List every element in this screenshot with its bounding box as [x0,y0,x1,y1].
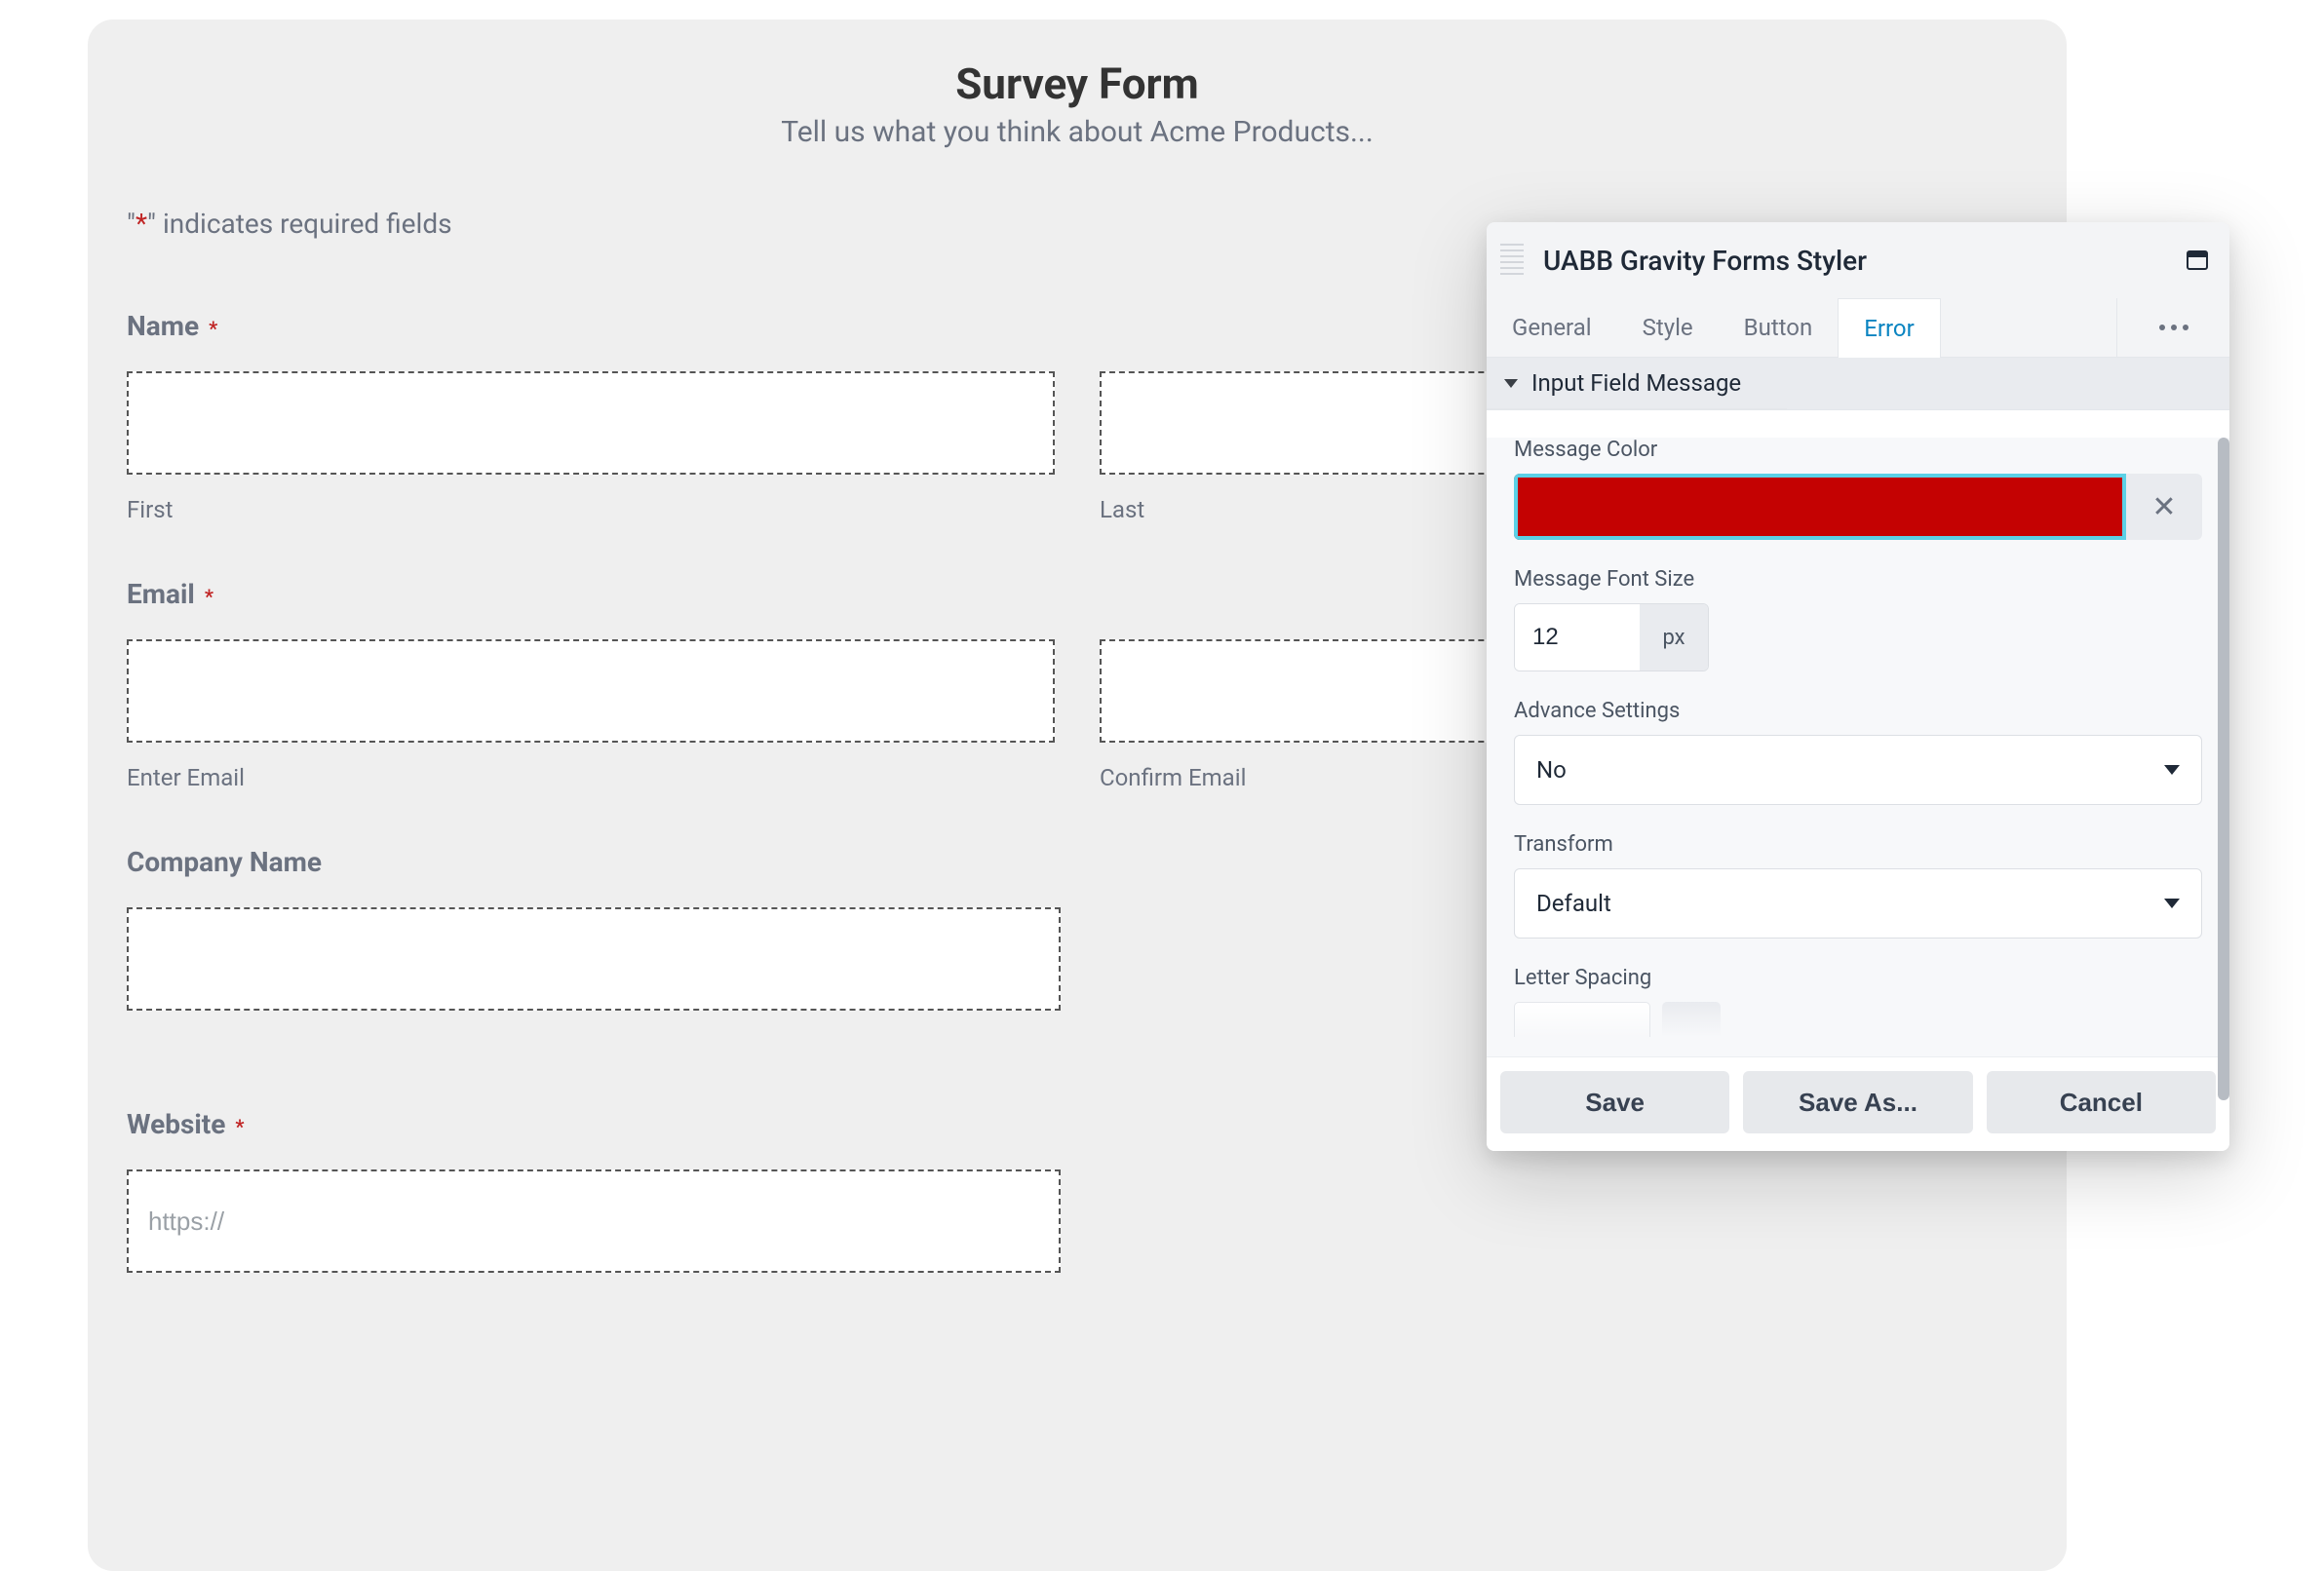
styler-panel: UABB Gravity Forms Styler General Style … [1487,222,2229,1151]
first-name-input[interactable] [127,371,1055,475]
message-font-size-input[interactable] [1515,604,1640,671]
panel-footer: Save Save As... Cancel [1487,1056,2229,1151]
tab-error[interactable]: Error [1838,298,1941,358]
first-name-sublabel: First [127,496,1055,523]
message-font-size-label: Message Font Size [1514,567,2229,592]
form-title: Survey Form [88,58,2067,109]
company-input[interactable] [127,907,1061,1011]
window-mode-icon[interactable] [2187,250,2208,270]
panel-title: UABB Gravity Forms Styler [1543,245,2187,277]
chevron-down-icon [1504,379,1518,388]
email-input[interactable] [127,639,1055,743]
chevron-down-icon [2164,765,2180,775]
section-input-field-message[interactable]: Input Field Message [1487,358,1787,409]
tab-general[interactable]: General [1487,298,1617,357]
cancel-button[interactable]: Cancel [1987,1071,2216,1133]
font-size-unit[interactable]: px [1640,604,1708,671]
save-button[interactable]: Save [1500,1071,1729,1133]
letter-spacing-label: Letter Spacing [1514,966,2229,990]
dots-icon [2159,325,2165,330]
message-color-swatch[interactable] [1514,474,2126,540]
clear-color-button[interactable] [2126,474,2202,540]
save-as-button[interactable]: Save As... [1743,1071,1972,1133]
chevron-down-icon [2164,899,2180,908]
advance-settings-value: No [1536,756,1567,784]
tab-style[interactable]: Style [1617,298,1719,357]
letter-spacing-input-stub[interactable] [1514,1002,2202,1037]
enter-email-sublabel: Enter Email [127,764,1055,791]
tab-button[interactable]: Button [1719,298,1839,357]
message-color-label: Message Color [1514,438,2229,462]
advance-settings-label: Advance Settings [1514,699,2229,723]
form-subtitle: Tell us what you think about Acme Produc… [88,115,2067,149]
drag-handle-icon[interactable] [1500,244,1524,277]
website-input[interactable] [127,1169,1061,1273]
panel-tabs: General Style Button Error [1487,298,2229,358]
transform-label: Transform [1514,832,2229,857]
close-icon [2151,490,2176,524]
transform-value: Default [1536,890,1611,917]
panel-scrollbar[interactable] [2218,438,2229,1100]
tab-more[interactable] [2116,298,2229,357]
panel-header[interactable]: UABB Gravity Forms Styler [1487,222,2229,298]
transform-select[interactable]: Default [1514,868,2202,939]
advance-settings-select[interactable]: No [1514,735,2202,805]
